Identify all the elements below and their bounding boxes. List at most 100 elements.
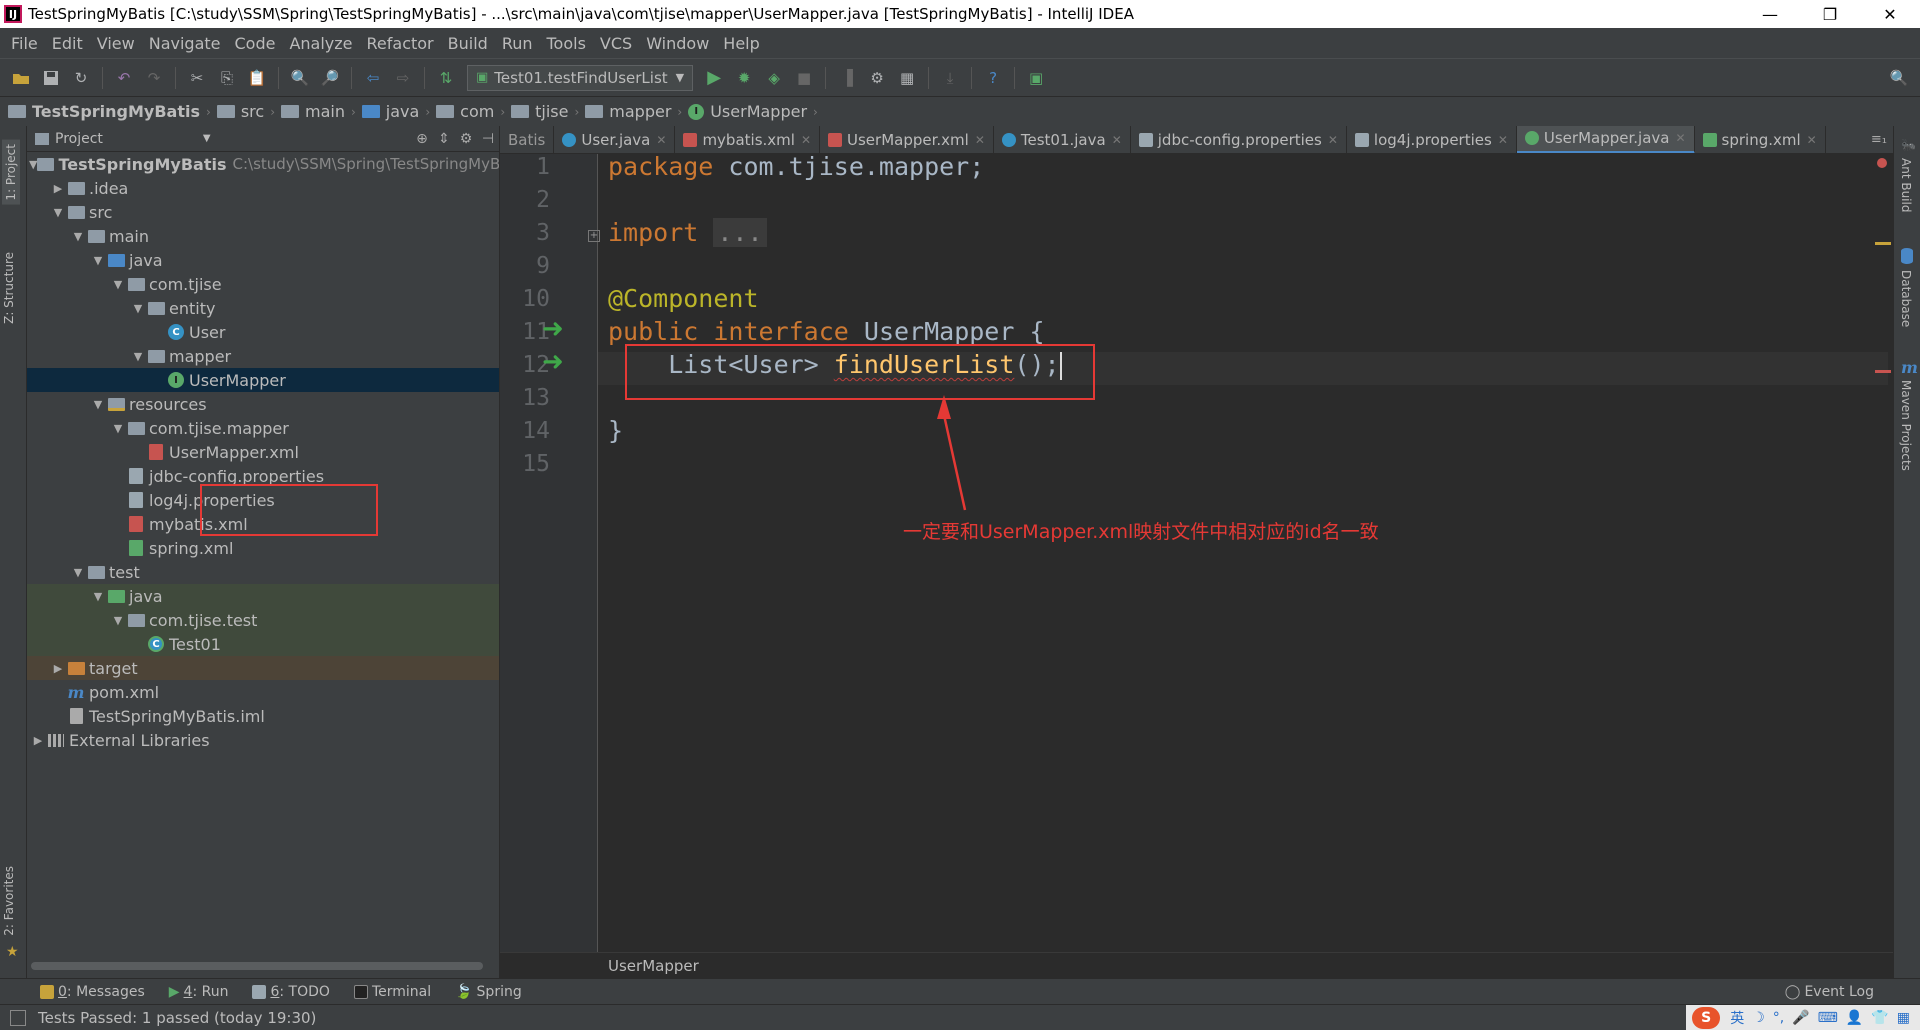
back-icon[interactable]: ⇦	[360, 65, 386, 91]
chevron-down-icon[interactable]: ▼	[89, 254, 107, 267]
run-icon[interactable]: ▶	[701, 65, 727, 91]
redo-icon[interactable]: ↷	[141, 65, 167, 91]
close-icon[interactable]: ✕	[1675, 131, 1685, 145]
error-indicator-icon[interactable]	[1877, 158, 1887, 168]
close-icon[interactable]: ✕	[1807, 133, 1817, 147]
user-icon[interactable]: 👤	[1846, 1010, 1863, 1026]
close-button[interactable]: ✕	[1860, 0, 1920, 28]
forward-icon[interactable]: ⇨	[390, 65, 416, 91]
project-structure-icon[interactable]: ▦	[894, 65, 920, 91]
search-everywhere-icon[interactable]: 🔍	[1886, 65, 1912, 91]
tree-item-test01[interactable]: C Test01	[27, 632, 499, 656]
close-icon[interactable]: ✕	[1328, 133, 1338, 147]
breadcrumb-project[interactable]: TestSpringMyBatis ›	[8, 102, 211, 121]
ant-build-tool-tab[interactable]: Ant Build	[1899, 158, 1913, 212]
menu-vcs[interactable]: VCS	[593, 34, 639, 53]
breadcrumb-java[interactable]: java ›	[361, 102, 430, 121]
chevron-down-icon[interactable]: ▼	[129, 350, 147, 363]
close-icon[interactable]: ✕	[975, 133, 985, 147]
breadcrumb-usermapper[interactable]: I UserMapper ›	[688, 102, 818, 121]
sync-icon[interactable]: ↻	[68, 65, 94, 91]
breadcrumb-mapper[interactable]: mapper ›	[585, 102, 682, 121]
code-editor[interactable]: 1 2 3 9 10 11 12 13 14 15 ➜ ➜ + package …	[500, 152, 1893, 952]
make-project-icon[interactable]: ⇅	[433, 65, 459, 91]
tree-item-src[interactable]: ▼ src	[27, 200, 499, 224]
breadcrumb-main[interactable]: main ›	[281, 102, 356, 121]
close-icon[interactable]: ✕	[801, 133, 811, 147]
hide-icon[interactable]: ⊣	[477, 131, 499, 147]
menu-run[interactable]: Run	[495, 34, 540, 53]
breadcrumb-src[interactable]: src ›	[216, 102, 275, 121]
chevron-down-icon[interactable]: ▼	[203, 133, 211, 144]
tree-item-java[interactable]: ▼ java	[27, 248, 499, 272]
chevron-down-icon[interactable]: ▼	[109, 614, 127, 627]
close-icon[interactable]: ✕	[1498, 133, 1508, 147]
stop-icon[interactable]: ■	[791, 65, 817, 91]
menu-window[interactable]: Window	[639, 34, 716, 53]
tree-item-user[interactable]: C User	[27, 320, 499, 344]
tree-item-spring-xml[interactable]: spring.xml	[27, 536, 499, 560]
help-icon[interactable]: ?	[980, 65, 1006, 91]
ime-language-toggle[interactable]: 英	[1730, 1008, 1744, 1028]
moon-icon[interactable]: ☽	[1752, 1010, 1765, 1026]
keyboard-icon[interactable]: ⌨	[1818, 1010, 1838, 1026]
folded-imports[interactable]: ...	[713, 218, 767, 247]
update-icon[interactable]: ⤓	[937, 65, 963, 91]
database-tool-tab[interactable]: Database	[1899, 270, 1913, 327]
tree-item-test-java[interactable]: ▼ java	[27, 584, 499, 608]
tree-item-com-tjise[interactable]: ▼ com.tjise	[27, 272, 499, 296]
locate-icon[interactable]: ⊕	[411, 131, 433, 147]
menu-tools[interactable]: Tools	[540, 34, 593, 53]
menu-view[interactable]: View	[90, 34, 142, 53]
microphone-icon[interactable]: 🎤	[1792, 1010, 1809, 1026]
menu-navigate[interactable]: Navigate	[142, 34, 228, 53]
tree-item-iml[interactable]: TestSpringMyBatis.iml	[27, 704, 499, 728]
tree-item-com-tjise-test[interactable]: ▼ com.tjise.test	[27, 608, 499, 632]
tree-item-usermapper-xml[interactable]: UserMapper.xml	[27, 440, 499, 464]
tree-item-idea[interactable]: ▶ .idea	[27, 176, 499, 200]
minimize-button[interactable]: —	[1740, 0, 1800, 28]
tree-item-main[interactable]: ▼ main	[27, 224, 499, 248]
cut-icon[interactable]: ✂	[184, 65, 210, 91]
chevron-down-icon[interactable]: ▼	[69, 230, 87, 243]
gear-icon[interactable]: ⚙	[455, 131, 477, 147]
tab-log4j[interactable]: log4j.properties ✕	[1347, 126, 1517, 153]
fold-expand-icon[interactable]: +	[588, 230, 600, 242]
remote-icon[interactable]: ▣	[1023, 65, 1049, 91]
skin-icon[interactable]: 👕	[1871, 1010, 1888, 1026]
replace-icon[interactable]: 🔎	[317, 65, 343, 91]
collapse-all-icon[interactable]: ⇕	[433, 131, 455, 147]
tabs-overflow-icon[interactable]: ≡₁	[1865, 132, 1893, 147]
close-icon[interactable]: ✕	[656, 133, 666, 147]
tab-user-java[interactable]: User.java ✕	[554, 126, 676, 153]
spring-tool-button[interactable]: 🍃 Spring	[443, 984, 534, 1000]
copy-icon[interactable]: ⎘	[214, 65, 240, 91]
tree-item-usermapper[interactable]: I UserMapper	[27, 368, 499, 392]
event-log-tool-button[interactable]: ◯ Event Log	[1773, 984, 1886, 1000]
tree-item-com-tjise-mapper[interactable]: ▼ com.tjise.mapper	[27, 416, 499, 440]
chevron-down-icon[interactable]: ▼	[89, 398, 107, 411]
tool-windows-toggle-icon[interactable]	[10, 1009, 26, 1026]
chevron-down-icon[interactable]: ▼	[49, 206, 67, 219]
tab-mybatis-truncated[interactable]: Batis	[500, 126, 555, 153]
project-view-selector[interactable]: Project	[55, 131, 103, 147]
paste-icon[interactable]: 📋	[244, 65, 270, 91]
breadcrumb-com[interactable]: com ›	[436, 102, 505, 121]
chevron-down-icon[interactable]: ▼	[109, 422, 127, 435]
menu-analyze[interactable]: Analyze	[282, 34, 359, 53]
tree-item-entity[interactable]: ▼ entity	[27, 296, 499, 320]
implemented-arrow-icon[interactable]: ➜	[542, 314, 564, 344]
debug-icon[interactable]: ✹	[731, 65, 757, 91]
breadcrumb-tjise[interactable]: tjise ›	[511, 102, 579, 121]
tree-item-project-root[interactable]: ▼ TestSpringMyBatis C:\study\SSM\Spring\…	[27, 152, 499, 176]
tree-item-external-libraries[interactable]: ▶ External Libraries	[27, 728, 499, 752]
menu-file[interactable]: File	[4, 34, 45, 53]
find-icon[interactable]: 🔍	[287, 65, 313, 91]
menu-help[interactable]: Help	[716, 34, 766, 53]
menu-code[interactable]: Code	[228, 34, 283, 53]
toggle-tool-windows-icon[interactable]	[0, 979, 28, 1005]
run-tool-button[interactable]: ▶ 4: Run	[157, 984, 241, 1000]
save-all-icon[interactable]	[38, 65, 64, 91]
sogou-ime-logo[interactable]: S	[1692, 1006, 1721, 1029]
error-marker[interactable]	[1875, 370, 1891, 373]
